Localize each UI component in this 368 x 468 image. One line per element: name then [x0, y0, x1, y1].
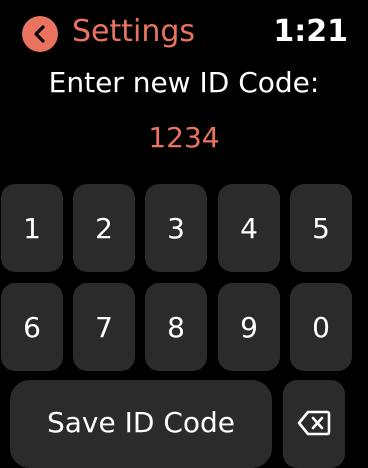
delete-button[interactable]	[283, 380, 345, 468]
key-0[interactable]: 0	[290, 283, 352, 371]
key-8[interactable]: 8	[145, 283, 207, 371]
key-7[interactable]: 7	[73, 283, 135, 371]
chevron-left-icon	[34, 25, 45, 43]
key-9[interactable]: 9	[218, 283, 280, 371]
back-button[interactable]	[22, 16, 58, 52]
key-2[interactable]: 2	[73, 184, 135, 272]
code-entry-value: 1234	[148, 121, 220, 154]
back-title[interactable]: Settings	[72, 12, 195, 52]
code-prompt: Enter new ID Code:	[48, 66, 320, 99]
key-5[interactable]: 5	[290, 184, 352, 272]
backspace-icon	[297, 410, 331, 436]
key-6[interactable]: 6	[1, 283, 63, 371]
save-id-code-button[interactable]: Save ID Code	[10, 380, 272, 468]
clock-time: 1:21	[273, 14, 348, 49]
key-4[interactable]: 4	[218, 184, 280, 272]
key-1[interactable]: 1	[1, 184, 63, 272]
key-3[interactable]: 3	[145, 184, 207, 272]
